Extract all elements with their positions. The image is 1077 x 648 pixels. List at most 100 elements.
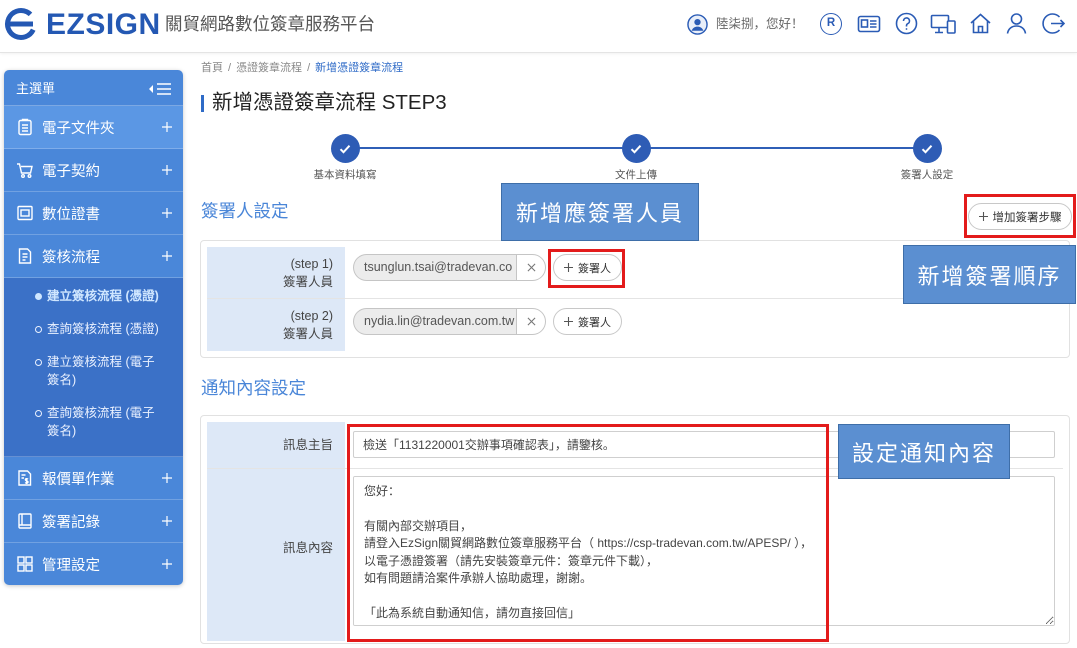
cart-icon [16, 161, 34, 179]
logo-icon[interactable] [4, 7, 38, 41]
sidebar-item-contracts[interactable]: 電子契約 [4, 149, 183, 192]
signer-section-title: 簽署人設定 [201, 201, 289, 221]
document-edit-icon [16, 247, 34, 265]
submenu-item-label: 查詢簽核流程 (憑證) [47, 322, 159, 336]
help-icon[interactable] [895, 12, 918, 35]
grid-icon [16, 555, 34, 573]
notebook-icon [16, 512, 34, 530]
sidebar-item-documents[interactable]: 電子文件夾 [4, 106, 183, 149]
step-role: 簽署人員 [282, 327, 333, 341]
close-icon [527, 263, 535, 272]
user-icon[interactable] [1006, 12, 1027, 35]
sidebar-item-label: 電子契約 [42, 163, 100, 180]
expand-plus-icon[interactable] [162, 559, 172, 569]
highlight-add-signer [548, 249, 625, 288]
callout-add-signer: 新增應簽署人員 [501, 183, 699, 241]
collapse-menu-icon[interactable] [147, 82, 173, 96]
submenu-item-label: 建立簽核流程 (憑證) [47, 289, 159, 303]
signer-chip: tsunglun.tsai@tradevan.co [353, 254, 546, 281]
signer-email[interactable]: tsunglun.tsai@tradevan.co [353, 254, 516, 281]
submenu-item-create-cert-flow[interactable]: 建立簽核流程 (憑證) [4, 287, 183, 305]
check-icon [630, 144, 642, 154]
body-label: 訊息內容 [282, 541, 333, 555]
page-title: 新增憑證簽章流程 STEP3 [212, 91, 447, 114]
expand-plus-icon[interactable] [162, 516, 172, 526]
document-list-icon [16, 118, 34, 136]
signer-email[interactable]: nydia.lin@tradevan.com.tw [353, 308, 516, 335]
sidebar-item-label: 簽核流程 [42, 249, 100, 266]
submenu-item-query-cert-flow[interactable]: 查詢簽核流程 (憑證) [4, 320, 183, 338]
sidebar-item-sign-records[interactable]: 簽署記錄 [4, 500, 183, 543]
submenu-item-query-esign-flow[interactable]: 查詢簽核流程 (電子簽名) [4, 404, 183, 440]
user-greeting: 陸柒捌，您好！ [716, 17, 804, 31]
sidebar-title: 主選單 [16, 81, 56, 96]
expand-plus-icon[interactable] [162, 251, 172, 261]
sidebar-item-quotations[interactable]: 報價單作業 [4, 457, 183, 500]
user-circle-icon [687, 14, 708, 35]
add-signer-label: 簽署人 [578, 316, 611, 329]
bullet-icon [35, 410, 42, 417]
sidebar-submenu: 建立簽核流程 (憑證) 查詢簽核流程 (憑證) 建立簽核流程 (電子簽名) 查詢… [4, 278, 183, 457]
step-role: 簽署人員 [282, 274, 333, 289]
home-icon[interactable] [969, 12, 992, 35]
id-card-icon[interactable] [857, 13, 881, 35]
subject-label-cell: 訊息主旨 [207, 422, 345, 468]
expand-plus-icon[interactable] [162, 473, 172, 483]
breadcrumb-home[interactable]: 首頁 [201, 62, 223, 74]
submenu-item-label: 查詢簽核流程 (電子簽名) [47, 406, 155, 438]
breadcrumb: 首頁 / 憑證簽章流程 / 新增憑證簽章流程 [201, 61, 403, 75]
submenu-item-label: 建立簽核流程 (電子簽名) [47, 355, 155, 387]
sidebar-item-certificates[interactable]: 數位證書 [4, 192, 183, 235]
certificate-icon [16, 204, 34, 222]
signer-step-value-cell: nydia.lin@tradevan.com.tw 簽署人 [345, 299, 1063, 351]
subject-label: 訊息主旨 [282, 438, 333, 452]
breadcrumb-separator: / [228, 62, 232, 74]
sidebar-item-approval-flow[interactable]: 簽核流程 [4, 235, 183, 278]
signer-chip: nydia.lin@tradevan.com.tw [353, 308, 546, 335]
step-2-label: 文件上傳 [615, 169, 657, 181]
role-r-icon[interactable]: R [820, 13, 842, 35]
signer-step-label-cell: (step 2) 簽署人員 [207, 299, 345, 351]
logout-icon[interactable] [1042, 12, 1065, 35]
expand-plus-icon[interactable] [162, 165, 172, 175]
sidebar-item-label: 簽署記錄 [42, 514, 100, 531]
plus-icon [564, 317, 573, 326]
step-number: (step 2) [290, 309, 333, 323]
invoice-dollar-icon [16, 469, 34, 487]
close-icon [527, 317, 535, 326]
sidebar-header: 主選單 [4, 70, 183, 106]
notify-section-title: 通知內容設定 [201, 378, 306, 398]
breadcrumb-current: 新增憑證簽章流程 [315, 62, 404, 74]
callout-set-notify-content: 設定通知內容 [838, 424, 1010, 479]
sidebar-item-label: 數位證書 [42, 206, 100, 223]
check-icon [921, 144, 933, 154]
devices-icon[interactable] [930, 13, 957, 35]
highlight-add-step [964, 194, 1076, 238]
body-label-cell: 訊息內容 [207, 469, 345, 641]
highlight-notify-content [347, 424, 829, 642]
remove-signer-button[interactable] [516, 254, 546, 281]
step-number: (step 1) [290, 256, 333, 271]
signer-step-label-cell: (step 1) 簽署人員 [207, 247, 345, 298]
signer-step-row: (step 2) 簽署人員 nydia.lin@tradevan.com.tw … [207, 299, 1063, 351]
breadcrumb-cert-flow[interactable]: 憑證簽章流程 [236, 62, 302, 74]
sidebar-item-label: 電子文件夾 [42, 120, 115, 137]
add-signer-button[interactable]: 簽署人 [553, 308, 622, 335]
remove-signer-button[interactable] [516, 308, 546, 335]
breadcrumb-separator: / [307, 62, 311, 74]
active-bullet-icon [35, 293, 42, 300]
bullet-icon [35, 359, 42, 366]
step-1-label: 基本資料填寫 [313, 169, 377, 181]
expand-plus-icon[interactable] [162, 208, 172, 218]
step-3-indicator [912, 134, 942, 163]
brand-name[interactable]: EZSIGN [46, 5, 161, 45]
sidebar-item-label: 報價單作業 [42, 471, 115, 488]
step-3-label: 簽署人設定 [900, 169, 954, 181]
sidebar-item-label: 管理設定 [42, 557, 100, 574]
sidebar: 主選單 電子文件夾 電子契約 數位證書 簽核流程 建立簽核流程 (憑證) 查詢簽… [4, 70, 183, 585]
submenu-item-create-esign-flow[interactable]: 建立簽核流程 (電子簽名) [4, 353, 183, 389]
sidebar-item-settings[interactable]: 管理設定 [4, 543, 183, 585]
expand-plus-icon[interactable] [162, 122, 172, 132]
title-accent-bar [201, 95, 204, 112]
top-header: EZSIGN 關貿網路數位簽章服務平台 陸柒捌，您好！ R [0, 0, 1077, 53]
